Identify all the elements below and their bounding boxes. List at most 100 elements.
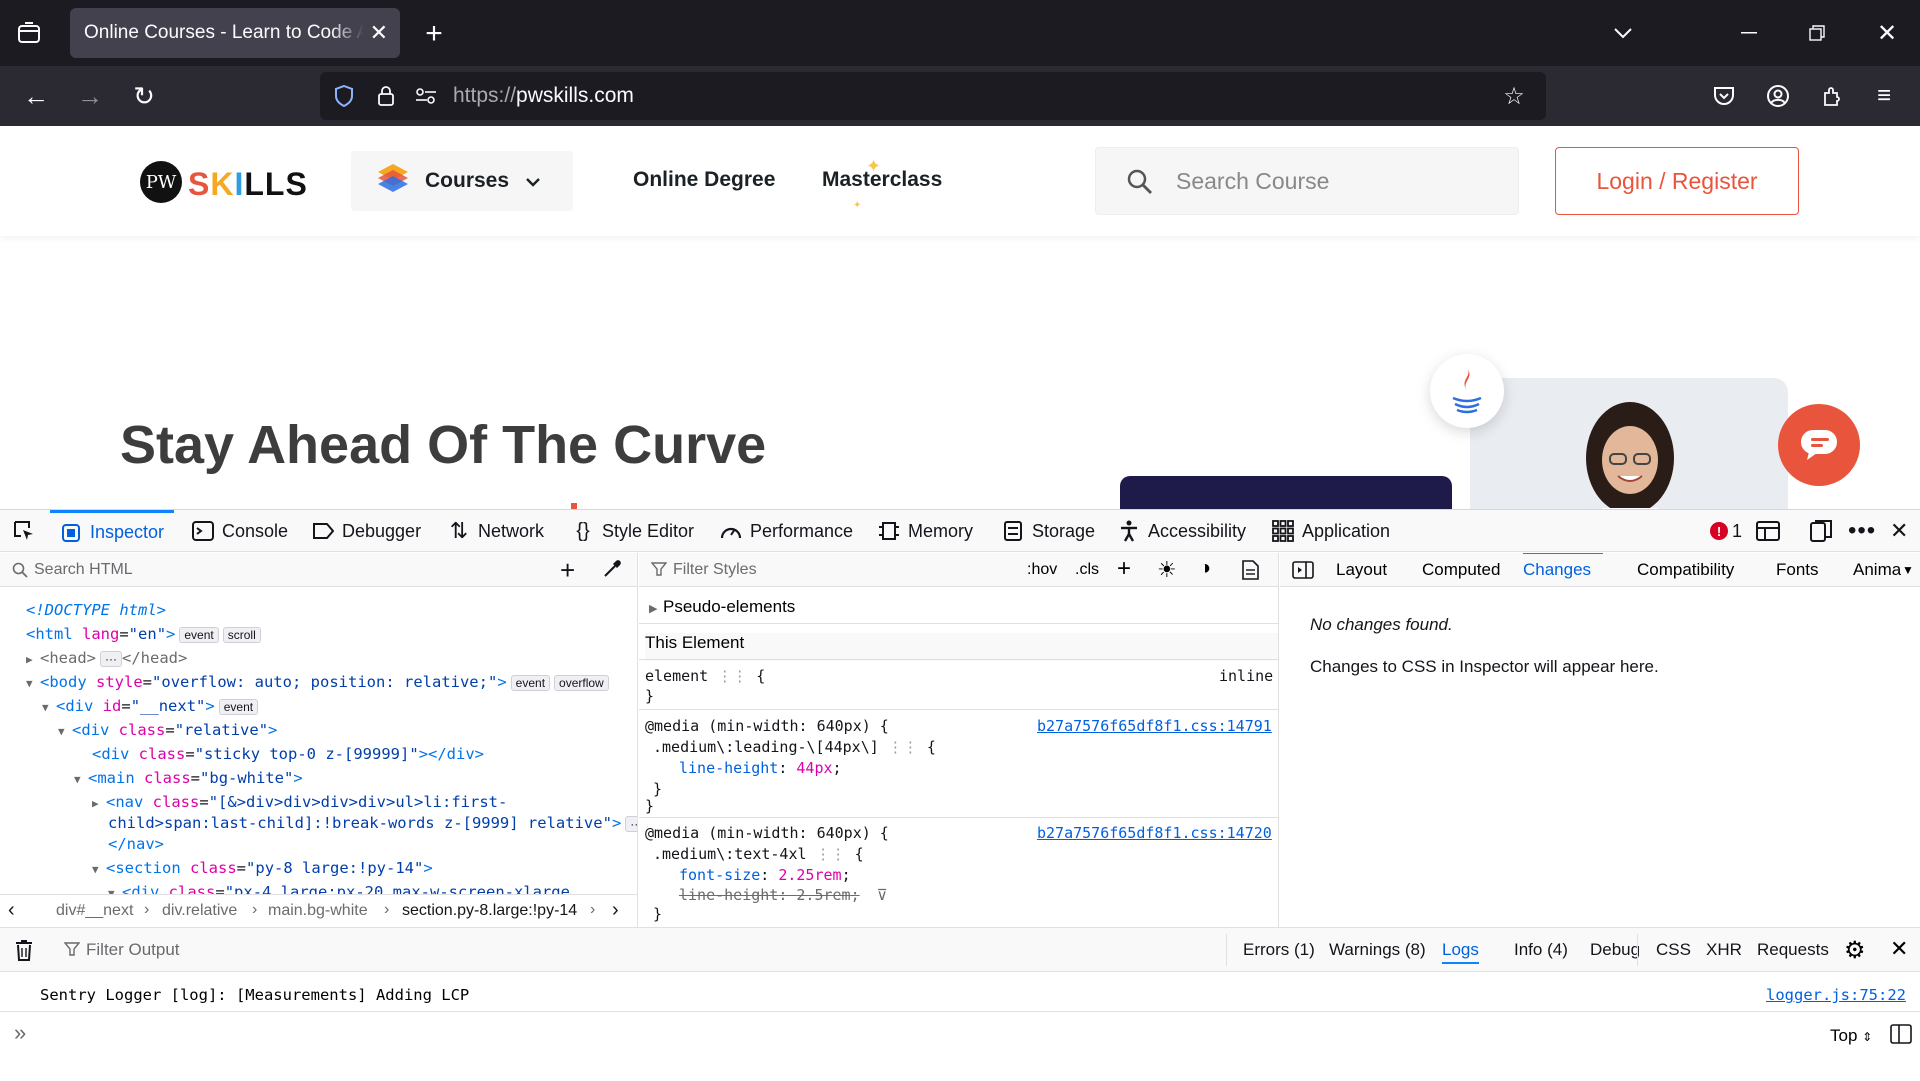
event-badge[interactable]: event [218, 699, 259, 715]
tree-main[interactable]: ▼ <main class="bg-white"> [74, 769, 303, 787]
hov-toggle[interactable]: :hov [1027, 561, 1057, 579]
tab-memory[interactable]: Memory [878, 510, 973, 552]
pocket-icon[interactable] [1708, 80, 1740, 112]
reload-icon[interactable]: ↻ [128, 80, 160, 112]
filter-requests[interactable]: Requests [1757, 940, 1829, 960]
expand-arrow-icon[interactable]: ▶ [92, 797, 106, 810]
filter-xhr[interactable]: XHR [1706, 940, 1742, 960]
element-picker-icon[interactable] [12, 510, 36, 552]
search-html-input[interactable]: Search HTML [34, 561, 133, 579]
filter-debug[interactable]: Debug [1590, 940, 1640, 960]
tab-overflow-chevron-icon[interactable] [1608, 20, 1638, 46]
hamburger-menu-icon[interactable]: ≡ [1868, 80, 1900, 112]
close-split-console-icon[interactable]: ✕ [1890, 936, 1908, 962]
more-options-icon[interactable]: ••• [1848, 510, 1876, 552]
tree-nav-close[interactable]: </nav> [108, 835, 164, 853]
tab-accessibility[interactable]: Accessibility [1118, 510, 1246, 552]
contrast-icon[interactable]: ◑ [1199, 557, 1211, 580]
console-input-row[interactable]: » Top ⇕ [0, 1014, 1920, 1054]
tree-html[interactable]: <html lang="en"> event scroll [26, 625, 261, 643]
filter-logs[interactable]: Logs [1442, 940, 1479, 964]
tree-div-next[interactable]: ▼ <div id="__next"> event [42, 697, 259, 715]
stylesheet-link-1[interactable]: b27a7576f65df8f1.css:14791 [1037, 717, 1272, 735]
filter-warnings[interactable]: Warnings (8) [1329, 940, 1426, 960]
breadcrumb-forward-icon[interactable]: › [612, 899, 619, 922]
account-icon[interactable] [1762, 80, 1794, 112]
editor-mode-icon[interactable] [1890, 1024, 1912, 1049]
url-text[interactable]: https://pwskills.com [453, 84, 634, 108]
eyedropper-icon[interactable] [602, 559, 622, 584]
filter-css[interactable]: CSS [1656, 940, 1691, 960]
tab-compatibility[interactable]: Compatibility [1637, 560, 1734, 580]
tab-storage[interactable]: Storage [1002, 510, 1095, 552]
event-badge[interactable]: event [510, 675, 551, 691]
extensions-icon[interactable] [1816, 80, 1848, 112]
pseudo-elements-header[interactable]: ▶ Pseudo-elements [649, 597, 795, 617]
tab-list-icon[interactable] [14, 18, 44, 48]
close-window-icon[interactable]: ✕ [1872, 18, 1902, 48]
declaration-2[interactable]: font-size: 2.25rem; [679, 866, 851, 884]
tab-computed[interactable]: Computed [1422, 560, 1500, 580]
console-settings-gear-icon[interactable]: ⚙ [1844, 936, 1866, 965]
add-node-icon[interactable]: + [560, 555, 575, 586]
light-mode-icon[interactable]: ☀ [1157, 557, 1177, 583]
tree-nav[interactable]: ▶ <nav class="[&>div>div>div>div>ul>li:fi… [92, 793, 507, 811]
event-badge[interactable]: event [179, 627, 219, 643]
console-message-row[interactable]: Sentry Logger [log]: [Measurements] Addi… [0, 982, 1920, 1012]
tracking-protection-shield-icon[interactable] [330, 82, 358, 110]
collapsed-badge[interactable]: ··· [100, 651, 122, 667]
val-2[interactable]: 2.25rem [778, 866, 841, 884]
tree-head[interactable]: ▶ <head> ··· </head> [26, 649, 187, 667]
overflow-badge[interactable]: overflow [554, 675, 609, 691]
lock-icon[interactable] [372, 82, 400, 110]
collapse-arrow-icon[interactable]: ▼ [58, 725, 72, 738]
toggle-sidebar-icon[interactable] [1292, 561, 1314, 584]
courses-dropdown-button[interactable]: Courses [351, 151, 573, 211]
console-source-link[interactable]: logger.js:75:22 [1766, 986, 1906, 1004]
bookmark-star-icon[interactable]: ☆ [1500, 82, 1528, 110]
nav-online-degree[interactable]: Online Degree [633, 168, 775, 192]
val-1[interactable]: 44px [796, 759, 832, 777]
tab-fonts[interactable]: Fonts [1776, 560, 1819, 580]
tab-performance[interactable]: Performance [720, 510, 853, 552]
scroll-badge[interactable]: scroll [222, 627, 261, 643]
trash-icon[interactable] [14, 939, 34, 966]
nav-masterclass[interactable]: Masterclass [822, 168, 942, 192]
expand-arrow-icon[interactable]: ▶ [26, 653, 40, 666]
filter-styles-input[interactable]: Filter Styles [673, 561, 757, 579]
close-devtools-icon[interactable]: ✕ [1890, 510, 1908, 552]
add-rule-icon[interactable]: + [1117, 555, 1131, 583]
permissions-icon[interactable] [412, 82, 440, 110]
tab-application[interactable]: Application [1272, 510, 1390, 552]
declaration-3[interactable]: line-height: 2.5rem; ⊽ [679, 886, 888, 904]
print-media-icon[interactable] [1241, 560, 1259, 585]
forward-icon[interactable]: → [74, 80, 106, 112]
collapse-arrow-icon[interactable]: ▼ [92, 863, 106, 876]
chat-bubble-button[interactable] [1778, 404, 1860, 486]
login-register-button[interactable]: Login / Register [1555, 147, 1799, 215]
tab-inspector[interactable]: Inspector [50, 510, 175, 552]
tree-div-sticky[interactable]: <div class="sticky top-0 z-[99999]"></di… [92, 745, 484, 763]
filter-output-input[interactable]: Filter Output [86, 940, 180, 960]
selector-1[interactable]: .medium\:leading-\[44px\] ⋮⋮ { [653, 738, 936, 756]
collapsed-badge[interactable]: ··· [625, 816, 637, 832]
tab-style-editor[interactable]: {} Style Editor [572, 510, 694, 552]
tab-layout[interactable]: Layout [1336, 560, 1387, 580]
url-bar[interactable]: https://pwskills.com ☆ [320, 72, 1546, 120]
browser-tab-active[interactable]: Online Courses - Learn to Code Anywhere … [70, 8, 400, 58]
overridden-filter-icon[interactable]: ⊽ [877, 886, 888, 904]
filter-errors[interactable]: Errors (1) [1243, 940, 1315, 960]
selector-2[interactable]: .medium\:text-4xl ⋮⋮ { [653, 845, 864, 863]
back-icon[interactable]: ← [20, 80, 52, 112]
breadcrumb-back-icon[interactable]: ‹ [8, 899, 15, 922]
minimize-icon[interactable] [1734, 20, 1764, 46]
restore-icon[interactable] [1802, 20, 1832, 46]
tab-network[interactable]: ⇅ Network [448, 510, 544, 552]
search-course-input[interactable]: Search Course [1095, 147, 1519, 215]
declaration-1[interactable]: line-height: 44px; [679, 759, 842, 777]
tab-animations[interactable]: Anima [1853, 560, 1901, 580]
collapse-arrow-icon[interactable]: ▼ [42, 701, 56, 714]
filter-info[interactable]: Info (4) [1514, 940, 1568, 960]
logo-text[interactable]: SKILLS [188, 166, 308, 203]
tabs-overflow-icon[interactable]: ▼ [1902, 563, 1914, 577]
